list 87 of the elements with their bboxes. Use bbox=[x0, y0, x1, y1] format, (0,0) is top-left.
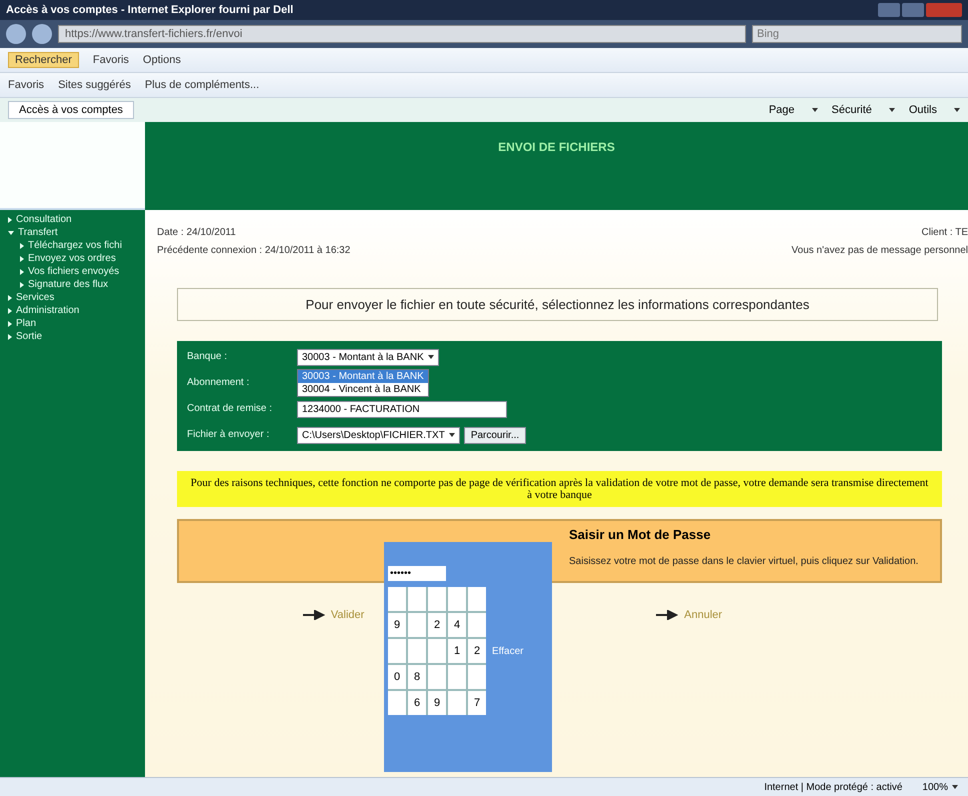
collapsed-arrow-icon bbox=[20, 268, 24, 274]
keypad-key[interactable]: 4 bbox=[448, 613, 466, 637]
menu-item[interactable]: Sortie bbox=[16, 331, 42, 342]
dropdown-arrow-icon bbox=[812, 108, 818, 112]
form-label: Fichier à envoyer : bbox=[187, 428, 270, 442]
form-label: Contrat de remise : bbox=[187, 402, 274, 416]
collapsed-arrow-icon bbox=[20, 282, 24, 288]
command-menu[interactable]: Sécurité bbox=[832, 104, 872, 116]
password-title: Saisir un Mot de Passe bbox=[569, 527, 712, 542]
menu-item[interactable]: Transfert bbox=[18, 227, 58, 238]
keypad-key[interactable] bbox=[428, 639, 446, 663]
toolbar-button[interactable]: Favoris bbox=[92, 54, 129, 66]
keypad-key[interactable] bbox=[448, 665, 466, 689]
keypad-key[interactable] bbox=[468, 665, 486, 689]
dropdown-arrow-icon bbox=[952, 785, 958, 789]
arrow-icon bbox=[302, 610, 325, 620]
zone-text: Internet | Mode protégé : activé bbox=[764, 782, 902, 792]
browser-tab[interactable]: Accès à vos comptes bbox=[8, 101, 134, 119]
keypad-key[interactable]: 7 bbox=[468, 691, 486, 715]
command-menu[interactable]: Outils bbox=[908, 104, 937, 116]
password-field[interactable]: •••••• bbox=[388, 566, 446, 581]
keypad-key[interactable]: 9 bbox=[428, 691, 446, 715]
menu-item[interactable]: Administration bbox=[16, 305, 80, 316]
keypad-key[interactable] bbox=[408, 613, 426, 637]
keypad-key[interactable]: 2 bbox=[428, 613, 446, 637]
favorites-link[interactable]: Favoris bbox=[8, 79, 44, 91]
menu-item[interactable]: Consultation bbox=[16, 214, 72, 225]
menu-item[interactable]: Plan bbox=[16, 318, 36, 329]
keypad-key[interactable]: 0 bbox=[388, 665, 406, 689]
address-field[interactable]: https://www.transfert-fichiers.fr/envoi bbox=[58, 25, 746, 43]
messages-text: Vous n'avez pas de message personnel bbox=[792, 244, 968, 258]
keypad-key[interactable]: 1 bbox=[448, 639, 466, 663]
keypad-key[interactable]: 9 bbox=[388, 613, 406, 637]
browse-button[interactable]: Parcourir... bbox=[464, 426, 526, 444]
zoom-control[interactable]: 100% bbox=[922, 782, 948, 792]
dropdown-arrow-icon bbox=[448, 433, 455, 437]
forward-button[interactable] bbox=[32, 24, 52, 44]
submenu-item[interactable]: Signature des flux bbox=[28, 279, 108, 290]
menu-item[interactable]: Services bbox=[16, 292, 54, 303]
client-text: Client : TE bbox=[922, 226, 968, 240]
toolbar-button[interactable]: Rechercher bbox=[8, 52, 79, 68]
keypad-key[interactable] bbox=[408, 639, 426, 663]
keypad-key[interactable] bbox=[388, 691, 406, 715]
contract-field[interactable]: 1234000 - FACTURATION bbox=[297, 400, 507, 418]
keypad-key[interactable] bbox=[408, 587, 426, 611]
favorites-link[interactable]: Plus de compléments... bbox=[144, 79, 260, 91]
form-label: Banque : bbox=[187, 350, 228, 364]
command-menu[interactable]: Page bbox=[768, 104, 795, 116]
arrow-icon bbox=[656, 610, 678, 620]
last-login-text: Précédente connexion : 24/10/2011 à 16:32 bbox=[157, 244, 350, 258]
instruction-text: Pour envoyer le fichier en toute sécurité, sélectionnez les informations correspondantes bbox=[177, 288, 938, 321]
close-button[interactable] bbox=[926, 3, 962, 17]
minimize-button[interactable] bbox=[878, 3, 900, 17]
file-field[interactable]: C:\Users\Desktop\FICHIER.TXT bbox=[297, 426, 460, 444]
page-title: ENVOI DE FICHIERS bbox=[498, 140, 615, 154]
keypad-key[interactable] bbox=[468, 587, 486, 611]
keypad-key[interactable]: 2 bbox=[468, 639, 486, 663]
keypad-key[interactable] bbox=[448, 691, 466, 715]
notice-text: Pour des raisons techniques, cette fonction ne comporte pas de page de vérification après la validation de votre mot de passe, votre demande sera transmise directement à votre banque bbox=[177, 471, 942, 507]
dropdown-arrow-icon bbox=[428, 355, 434, 359]
bank-select[interactable]: 30003 - Montant à la BANK bbox=[297, 348, 439, 366]
toolbar-button[interactable]: Options bbox=[142, 54, 181, 66]
keypad-key[interactable] bbox=[448, 587, 466, 611]
dropdown-arrow-icon bbox=[888, 108, 895, 112]
date-text: Date : 24/10/2011 bbox=[157, 226, 236, 240]
collapsed-arrow-icon bbox=[20, 242, 24, 248]
maximize-button[interactable] bbox=[902, 3, 924, 17]
submenu-item[interactable]: Envoyez vos ordres bbox=[28, 253, 116, 264]
keypad-key[interactable]: 6 bbox=[408, 691, 426, 715]
window-title: Accès à vos comptes - Internet Explorer fourni par Dell bbox=[6, 4, 294, 16]
dropdown-option[interactable]: 30003 - Montant à la BANK bbox=[298, 370, 428, 382]
keypad-key[interactable] bbox=[428, 665, 446, 689]
keypad-key[interactable]: 8 bbox=[408, 665, 426, 689]
form-label: Abonnement : bbox=[187, 376, 250, 390]
dropdown-arrow-icon bbox=[954, 108, 960, 112]
submenu-item[interactable]: Vos fichiers envoyés bbox=[28, 266, 120, 277]
search-field[interactable]: Bing bbox=[752, 25, 962, 43]
submenu-item[interactable]: Téléchargez vos fichi bbox=[28, 240, 122, 251]
favorites-link[interactable]: Sites suggérés bbox=[58, 79, 131, 91]
keypad-key[interactable] bbox=[388, 587, 406, 611]
keypad-key[interactable] bbox=[468, 613, 486, 637]
keypad-key[interactable] bbox=[388, 639, 406, 663]
back-button[interactable] bbox=[6, 24, 26, 44]
dropdown-option[interactable]: 30004 - Vincent à la BANK bbox=[298, 382, 428, 396]
password-hint: Saisissez votre mot de passe dans le clavier virtuel, puis cliquez sur Validation. bbox=[569, 556, 920, 567]
collapsed-arrow-icon bbox=[20, 256, 24, 262]
keypad-key[interactable] bbox=[428, 587, 446, 611]
